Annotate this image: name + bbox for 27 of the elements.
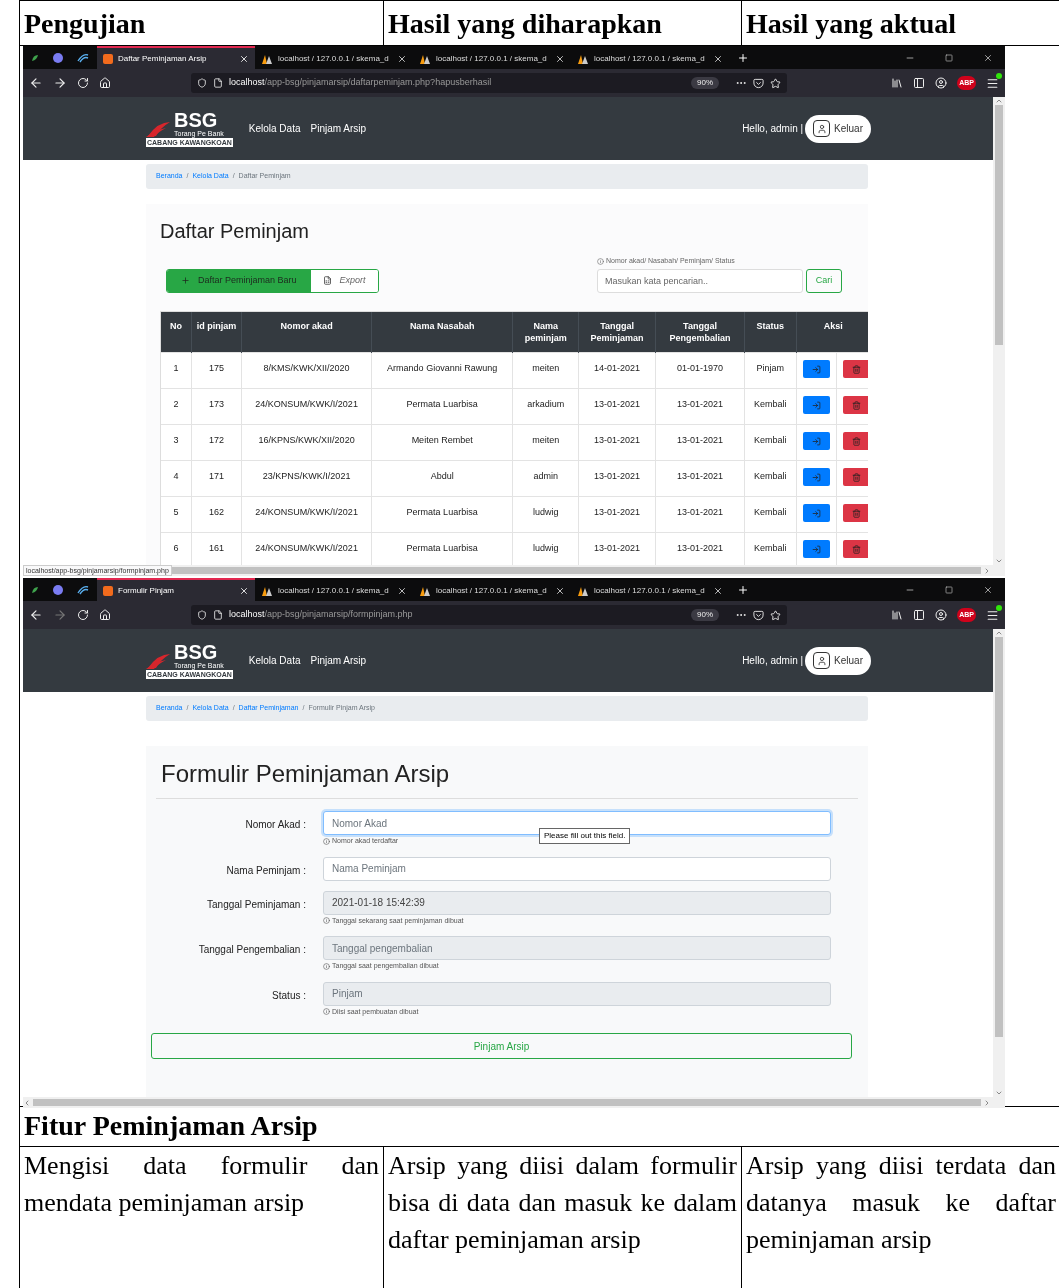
table-cell-text: Arsip yang diisi terdata dan datanya masuk ke daftar peminjaman arsip bbox=[746, 1150, 1056, 1256]
greeting-text: Hello, admin | bbox=[742, 122, 804, 136]
logo-text: BSG bbox=[174, 642, 219, 662]
tab-title: localhost / 127.0.0.1 / skema_d bbox=[594, 584, 706, 597]
tab-title: localhost / 127.0.0.1 / skema_d bbox=[436, 584, 548, 597]
tab-title: Daftar Peminjaman Arsip bbox=[118, 52, 208, 65]
greeting-text: Hello, admin | bbox=[742, 654, 804, 668]
page-heading: Daftar Peminjam bbox=[160, 219, 310, 244]
field-label: Status : bbox=[271, 988, 307, 1003]
table-cell-text: Mengisi data formulir dan mendata peminjaman arsip bbox=[24, 1150, 379, 1219]
table-cell-text: Arsip yang diisi dalam formulir bisa di data dan masuk ke dalam daftar peminjaman arsip bbox=[388, 1150, 737, 1256]
field-label: Tanggal Peminjaman : bbox=[206, 897, 307, 912]
tab-title: localhost / 127.0.0.1 / skema_d bbox=[278, 584, 390, 597]
tab-title: localhost / 127.0.0.1 / skema_d bbox=[594, 52, 706, 65]
tab-title: Formulir Pinjam bbox=[118, 584, 175, 597]
tab-title: localhost / 127.0.0.1 / skema_d bbox=[278, 52, 390, 65]
section-title: Fitur Peminjaman Arsip bbox=[20, 1107, 1059, 1147]
field-label: Nomor Akad : bbox=[244, 818, 307, 832]
url-text: localhost/app-bsg/pinjamarsip/formpinjam.php bbox=[229, 608, 414, 622]
page-heading: Formulir Peminjaman Arsip bbox=[160, 759, 451, 789]
tab-title: localhost / 127.0.0.1 / skema_d bbox=[436, 52, 548, 65]
validation-tooltip: Please fill out this field. bbox=[539, 828, 631, 844]
url-text: localhost/app-bsg/pinjamarsip/daftarpeminjam.php?hapusberhasil bbox=[229, 76, 493, 90]
field-label: Nama Peminjam : bbox=[225, 863, 307, 878]
logo-text: BSG bbox=[174, 110, 219, 130]
field-label: Tanggal Pengembalian : bbox=[197, 943, 307, 957]
column-heading: Hasil yang aktual bbox=[745, 7, 958, 41]
